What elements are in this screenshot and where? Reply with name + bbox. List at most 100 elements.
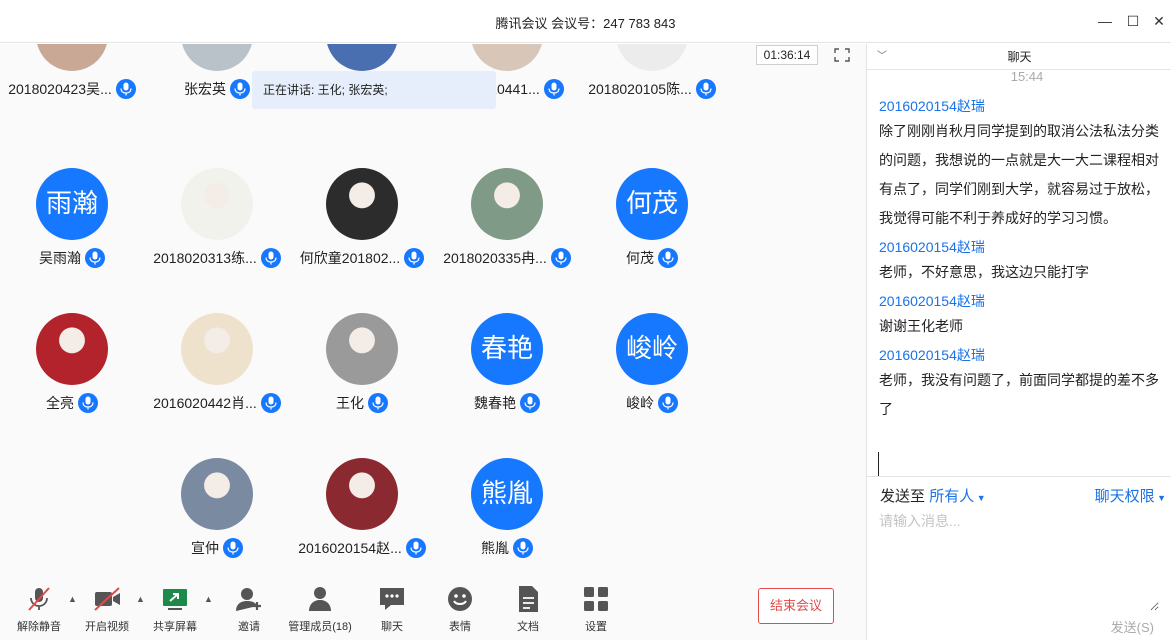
avatar-initials: 何茂: [616, 168, 688, 240]
participant-tile[interactable]: 2018020335冉...: [435, 168, 579, 278]
minimize-button[interactable]: —: [1096, 12, 1114, 30]
mic-icon: [695, 79, 716, 99]
participant-tile[interactable]: 峻岭 峻岭: [580, 313, 724, 423]
avatar-photo: [36, 44, 108, 71]
participant-tile[interactable]: 雨瀚 吴雨瀚: [0, 168, 144, 278]
participant-tile[interactable]: 2016020442肖...: [145, 313, 289, 423]
chat-button[interactable]: 聊天: [362, 584, 422, 634]
manage-members-button[interactable]: 管理成员(18): [280, 584, 360, 634]
participant-tile[interactable]: 2018020423吴...: [0, 44, 144, 109]
chat-label: 聊天: [381, 621, 403, 633]
participant-tile[interactable]: 何欣童201802...: [290, 168, 434, 278]
participant-name: 2016020154赵...: [298, 540, 402, 556]
collapse-chevron-icon[interactable]: ﹀: [877, 44, 887, 70]
send-button[interactable]: 发送(S): [1111, 617, 1154, 636]
message-sender[interactable]: 2016020154赵瑞: [879, 344, 1169, 366]
participant-name-row: 2018020423吴...: [0, 79, 144, 99]
settings-label: 设置: [585, 621, 607, 633]
avatar-photo: [616, 44, 688, 71]
members-icon: [309, 587, 331, 611]
participant-name: 吴雨瀚: [39, 250, 81, 266]
participant-tile[interactable]: 2018020313练...: [145, 168, 289, 278]
participant-name: 2018020335冉...: [443, 250, 547, 266]
settings-button[interactable]: 设置: [566, 584, 626, 634]
share-screen-button[interactable]: 共享屏幕: [145, 584, 205, 634]
avatar-photo: [471, 44, 543, 71]
participant-name-row: 熊胤: [435, 538, 579, 558]
participant-name: 全亮: [46, 395, 74, 411]
participant-name: 魏春艳: [474, 395, 516, 411]
participant-tile[interactable]: 王化: [290, 313, 434, 423]
chat-permission-selector[interactable]: 聊天权限 ▼: [1095, 485, 1166, 506]
send-to-selector[interactable]: 发送至 所有人 ▼: [880, 485, 986, 506]
end-meeting-button[interactable]: 结束会议: [758, 588, 834, 624]
close-button[interactable]: ✕: [1150, 12, 1168, 30]
fullscreen-icon[interactable]: [834, 48, 850, 62]
message-sender[interactable]: 2016020154赵瑞: [879, 236, 1169, 258]
participant-tile[interactable]: 2018020105陈...: [580, 44, 724, 109]
participant-tile[interactable]: 熊胤 熊胤: [435, 458, 579, 568]
meeting-timer: 01:36:14: [756, 45, 818, 65]
avatar-photo: [181, 458, 253, 530]
start-video-button[interactable]: 开启视频: [77, 584, 137, 634]
avatar-initials: 春艳: [471, 313, 543, 385]
mic-icon: [260, 248, 281, 268]
reaction-button[interactable]: 表情: [430, 584, 490, 634]
participant-name-row: 2018020335冉...: [435, 248, 579, 268]
message-sender[interactable]: 2016020154赵瑞: [879, 290, 1169, 312]
unmute-button[interactable]: 解除静音: [9, 584, 69, 634]
message-sender[interactable]: 2016020154赵瑞: [879, 95, 1169, 117]
chat-composer: 发送至 所有人 ▼ 聊天权限 ▼ 发送(S): [867, 476, 1171, 640]
message-text: 谢谢王化老师: [879, 318, 963, 334]
participant-name-row: 何欣童201802...: [290, 248, 434, 268]
message-list: 2016020154赵瑞 除了刚刚肖秋月同学提到的取消公法私法分类的问题，我想说的…: [879, 92, 1169, 424]
participant-name: 张宏英: [184, 81, 226, 97]
avatar-photo: [36, 313, 108, 385]
participant-name-row: 2018020105陈...: [580, 79, 724, 99]
participant-name: 2016020442肖...: [153, 395, 257, 411]
share-options-caret[interactable]: ▲: [204, 594, 214, 604]
participant-tile[interactable]: 何茂 何茂: [580, 168, 724, 278]
participant-name-row: 峻岭: [580, 393, 724, 413]
participant-name: 峻岭: [626, 395, 654, 411]
chat-panel: ﹀ 聊天 15:44 2016020154赵瑞 除了刚刚肖秋月同学提到的取消公法私…: [866, 44, 1171, 640]
participant-name: 何欣童201802...: [299, 250, 401, 266]
title-bar: 腾讯会议 会议号：247 783 843 — ☐ ✕: [0, 0, 1171, 43]
share-screen-icon: [163, 589, 187, 610]
avatar-photo: [181, 313, 253, 385]
text-caret: [878, 452, 879, 476]
avatar-photo: [181, 168, 253, 240]
maximize-button[interactable]: ☐: [1124, 12, 1142, 30]
mic-icon: [550, 248, 571, 268]
video-off-icon: [94, 587, 120, 611]
participant-tile[interactable]: 春艳 魏春艳: [435, 313, 579, 423]
share-screen-label: 共享屏幕: [153, 621, 197, 633]
start-video-label: 开启视频: [85, 621, 129, 633]
message-text: 老师，我没有问题了，前面同学都提的差不多了: [879, 372, 1159, 417]
mic-icon: [78, 393, 98, 413]
avatar-initials: 雨瀚: [36, 168, 108, 240]
speaking-indicator: 正在讲话: 王化; 张宏英;: [252, 71, 496, 109]
participant-name: 王化: [336, 395, 364, 411]
participant-tile[interactable]: 全亮: [0, 313, 144, 423]
avatar-initials: 熊胤: [471, 458, 543, 530]
docs-button[interactable]: 文档: [498, 584, 558, 634]
invite-label: 邀请: [238, 621, 260, 633]
avatar-photo: [471, 168, 543, 240]
message-input[interactable]: [879, 511, 1159, 611]
docs-label: 文档: [517, 621, 539, 633]
send-to-label: 发送至: [880, 488, 926, 505]
manage-members-label: 管理成员(18): [288, 621, 352, 633]
chat-timestamp: 15:44: [1010, 69, 1044, 84]
muted-mic-icon: [28, 587, 50, 611]
participant-name-row: 何茂: [580, 248, 724, 268]
participant-tile[interactable]: 宣仲: [145, 458, 289, 568]
send-to-value[interactable]: 所有人: [929, 488, 974, 505]
invite-button[interactable]: 邀请: [219, 584, 279, 634]
participant-tile[interactable]: 2016020154赵...: [290, 458, 434, 568]
mic-icon: [543, 79, 564, 99]
mic-icon: [658, 393, 678, 413]
chat-permission-label: 聊天权限: [1094, 488, 1155, 505]
mic-icon: [85, 248, 105, 268]
mic-icon: [658, 248, 678, 268]
